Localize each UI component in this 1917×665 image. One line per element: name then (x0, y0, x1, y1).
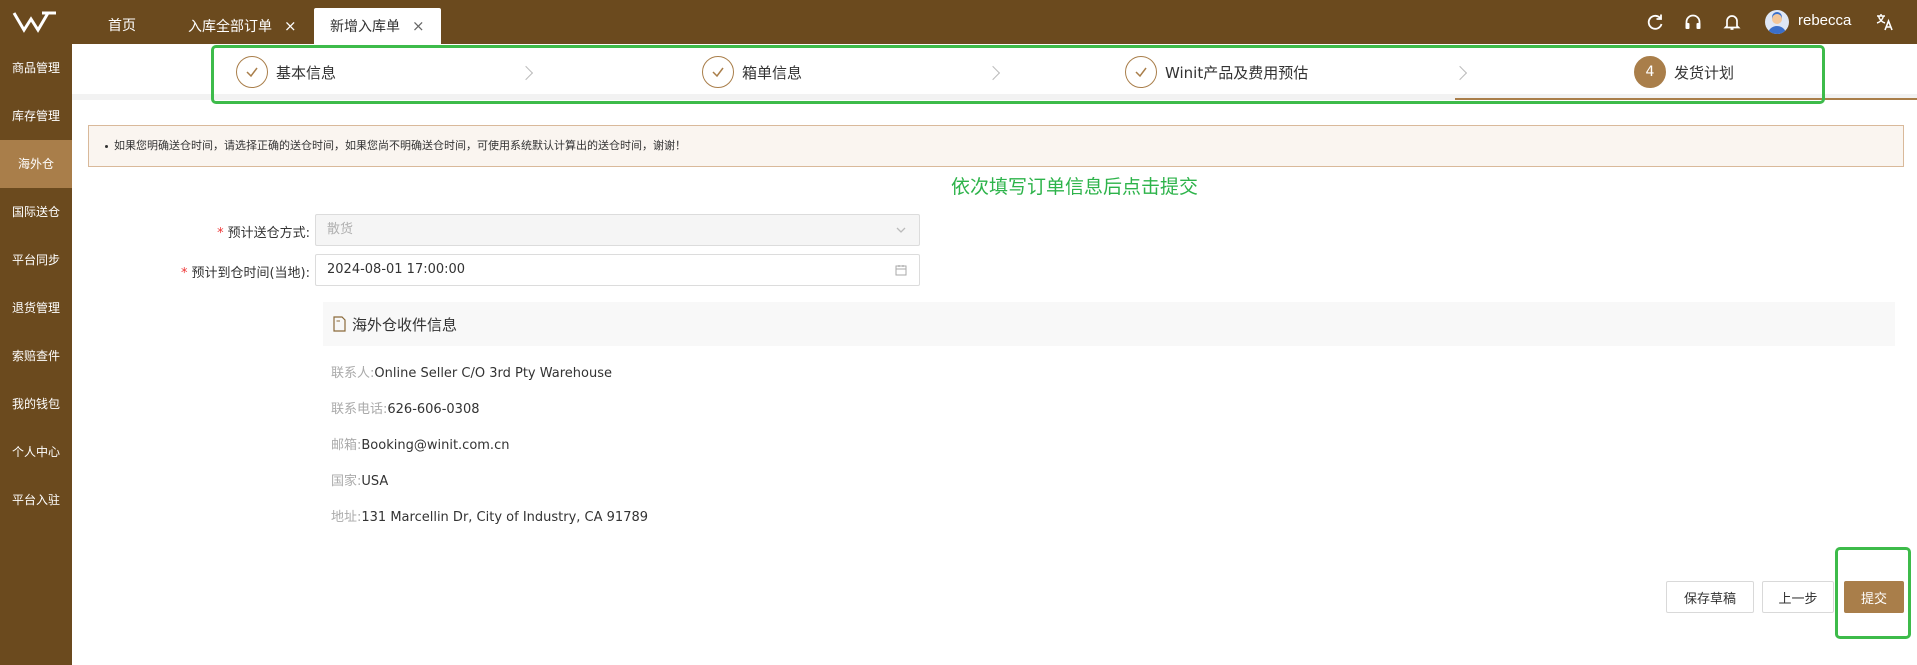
warehouse-info-title: 海外仓收件信息 (352, 316, 458, 334)
field-key: 地址: (331, 510, 362, 525)
sidebar-item-platform-sync[interactable]: 平台同步 (0, 236, 72, 284)
document-icon (333, 316, 346, 332)
avatar[interactable] (1765, 10, 1789, 34)
save-draft-button[interactable]: 保存草稿 (1666, 581, 1754, 613)
sidebar: 商品管理 库存管理 海外仓 国际送仓 平台同步 退货管理 索赔查件 我的钱包 个… (0, 44, 72, 665)
arrival-time-input[interactable]: 2024-08-01 17:00:00 (315, 254, 920, 286)
winit-logo[interactable] (12, 10, 58, 34)
input-value: 2024-08-01 17:00:00 (327, 262, 466, 277)
sidebar-item-label: 我的钱包 (11, 397, 60, 411)
label-text: 预计到仓时间(当地): (191, 266, 310, 281)
sidebar-item-international-delivery[interactable]: 国际送仓 (0, 188, 72, 236)
sidebar-item-label: 平台同步 (11, 253, 60, 267)
select-value: 散货 (327, 222, 354, 237)
field-key: 联系人: (331, 366, 375, 381)
field-value: Online Seller C/O 3rd Pty Warehouse (374, 366, 613, 381)
sidebar-item-label: 退货管理 (11, 301, 60, 315)
close-icon[interactable]: × (284, 17, 297, 35)
warehouse-email: 邮箱:Booking@winit.com.cn (331, 434, 509, 453)
sidebar-item-label: 个人中心 (11, 445, 60, 459)
field-value: USA (361, 474, 389, 489)
tab-new-inbound-order[interactable]: 新增入库单 × (314, 8, 441, 44)
arrival-time-label: * 预计到仓时间(当地): (110, 262, 310, 281)
highlight-box (211, 45, 1825, 104)
sidebar-item-wallet[interactable]: 我的钱包 (0, 380, 72, 428)
field-value: 626-606-0308 (387, 402, 480, 417)
sidebar-item-overseas-warehouse[interactable]: 海外仓 (0, 140, 72, 188)
notice-text: 如果您明确送仓时间，请选择正确的送仓时间，如果您尚不明确送仓时间，可使用系统默认… (114, 139, 686, 152)
label-text: 预计送仓方式: (227, 226, 310, 241)
translate-icon[interactable] (1875, 12, 1895, 32)
close-icon[interactable]: × (412, 17, 425, 35)
top-bar: 首页 入库全部订单 × 新增入库单 × rebecca (0, 0, 1917, 44)
user-icon (1768, 12, 1786, 34)
tab-label: 入库全部订单 (188, 19, 272, 35)
field-value: Booking@winit.com.cn (361, 438, 510, 453)
bullet-dot (105, 144, 108, 148)
warehouse-country: 国家:USA (331, 470, 388, 489)
sidebar-item-label: 索赔查件 (11, 349, 60, 363)
tab-all-inbound-orders[interactable]: 入库全部订单 × (188, 8, 297, 44)
calendar-icon[interactable] (895, 264, 907, 276)
sidebar-item-profile[interactable]: 个人中心 (0, 428, 72, 476)
field-value: 131 Marcellin Dr, City of Industry, CA 9… (361, 510, 649, 525)
warehouse-info-header (323, 302, 1895, 346)
sidebar-item-label: 国际送仓 (11, 205, 60, 219)
sidebar-item-returns[interactable]: 退货管理 (0, 284, 72, 332)
bell-icon[interactable] (1722, 12, 1742, 32)
warehouse-contact: 联系人:Online Seller C/O 3rd Pty Warehouse (331, 362, 612, 381)
refresh-icon[interactable] (1645, 12, 1665, 32)
sidebar-item-inventory[interactable]: 库存管理 (0, 92, 72, 140)
required-mark: * (217, 226, 224, 241)
warehouse-address: 地址:131 Marcellin Dr, City of Industry, C… (331, 506, 648, 525)
field-key: 联系电话: (331, 402, 388, 417)
previous-step-button[interactable]: 上一步 (1762, 581, 1834, 613)
headset-icon[interactable] (1683, 12, 1703, 32)
tab-home[interactable]: 首页 (108, 8, 136, 44)
tab-label: 首页 (108, 18, 136, 34)
highlight-box (1835, 547, 1911, 639)
sidebar-item-label: 库存管理 (11, 109, 60, 123)
required-mark: * (180, 266, 188, 281)
username[interactable]: rebecca (1798, 12, 1851, 29)
field-key: 邮箱: (331, 438, 362, 453)
field-key: 国家: (331, 474, 362, 489)
warehouse-phone: 联系电话:626-606-0308 (331, 398, 479, 417)
delivery-method-select[interactable]: 散货 (315, 214, 920, 246)
sidebar-item-platform-onboarding[interactable]: 平台入驻 (0, 476, 72, 524)
sidebar-item-label: 平台入驻 (11, 493, 60, 507)
delivery-method-label: * 预计送仓方式: (150, 222, 310, 241)
sidebar-item-products[interactable]: 商品管理 (0, 44, 72, 92)
notice-banner: 如果您明确送仓时间，请选择正确的送仓时间，如果您尚不明确送仓时间，可使用系统默认… (88, 125, 1904, 167)
chevron-down-icon (896, 227, 906, 233)
sidebar-item-label: 商品管理 (11, 61, 60, 75)
sidebar-item-label: 海外仓 (17, 157, 54, 171)
annotation-text: 依次填写订单信息后点击提交 (951, 176, 1199, 198)
tab-label: 新增入库单 (330, 19, 400, 35)
sidebar-item-claims[interactable]: 索赔查件 (0, 332, 72, 380)
